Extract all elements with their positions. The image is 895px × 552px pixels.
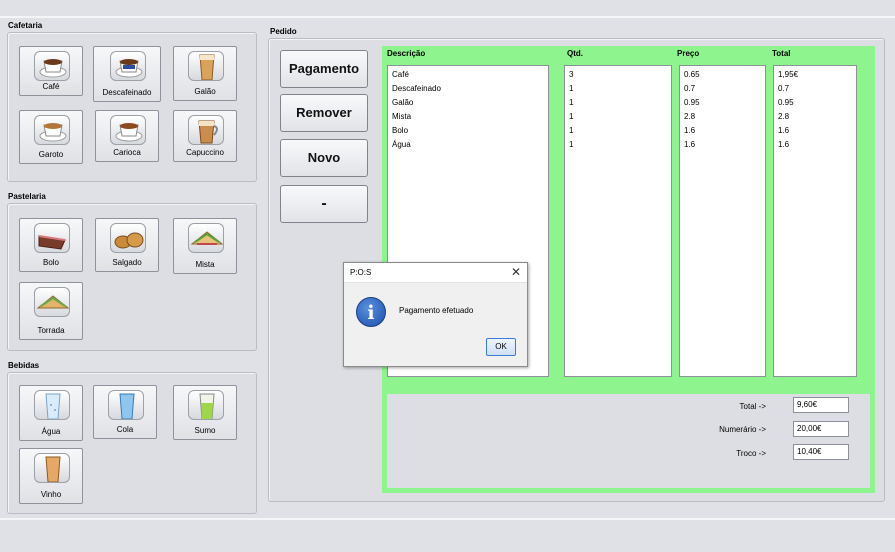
preco-list[interactable]: 0.65 0.7 0.95 2.8 1.6 1.6	[679, 65, 766, 377]
decaf-cup-icon	[110, 51, 146, 81]
product-button-capuccino[interactable]: Capuccino	[173, 110, 237, 162]
list-item[interactable]: 3	[569, 68, 667, 82]
toast-icon	[34, 287, 70, 317]
pastelaria-title: Pastelaria	[8, 192, 46, 201]
water-glass-icon	[34, 390, 70, 420]
cafetaria-group: Café Descafeinado Galão Garoto Carioca C…	[7, 32, 257, 182]
list-item[interactable]: Bolo	[392, 124, 544, 138]
product-button-agua[interactable]: Água	[19, 385, 83, 441]
total-field[interactable]: 9,60€	[793, 397, 849, 413]
dialog-message: Pagamento efetuado	[399, 306, 474, 315]
list-item[interactable]: 0.7	[684, 82, 761, 96]
list-item[interactable]: 1.6	[778, 138, 852, 152]
cake-icon	[34, 223, 70, 253]
header-total: Total	[772, 49, 791, 58]
product-button-torrada[interactable]: Torrada	[19, 282, 83, 340]
product-button-sumo[interactable]: Sumo	[173, 385, 237, 440]
product-button-bolo[interactable]: Bolo	[19, 218, 83, 272]
bebidas-group: Água Cola Sumo Vinho	[7, 372, 257, 514]
list-item[interactable]: 0.95	[778, 96, 852, 110]
carioca-cup-icon	[110, 115, 146, 145]
dialog-title-bar[interactable]: P:O:S ✕	[344, 263, 527, 283]
list-item[interactable]: 0.65	[684, 68, 761, 82]
list-item[interactable]: 1	[569, 138, 667, 152]
list-item[interactable]: 1.6	[684, 138, 761, 152]
dialog-title: P:O:S	[350, 268, 372, 277]
sandwich-icon	[188, 223, 224, 253]
garoto-cup-icon	[34, 115, 70, 145]
pedido-title: Pedido	[270, 27, 297, 36]
product-button-cafe[interactable]: Café	[19, 46, 83, 96]
list-item[interactable]: Descafeinado	[392, 82, 544, 96]
list-item[interactable]: 1.6	[778, 124, 852, 138]
list-item[interactable]: 2.8	[684, 110, 761, 124]
total-label: Total ->	[739, 402, 766, 411]
pagamento-button[interactable]: Pagamento	[280, 50, 368, 88]
info-icon: i	[356, 297, 386, 327]
header-qtd: Qtd.	[567, 49, 583, 58]
header-preco: Preço	[677, 49, 700, 58]
bottom-bar	[0, 518, 895, 552]
capuccino-glass-icon	[188, 115, 224, 145]
numerario-label: Numerário ->	[719, 425, 766, 434]
list-item[interactable]: 1	[569, 82, 667, 96]
close-icon[interactable]: ✕	[511, 265, 521, 279]
bebidas-title: Bebidas	[8, 361, 40, 370]
remover-button[interactable]: Remover	[280, 94, 368, 132]
list-item[interactable]: 1	[569, 124, 667, 138]
list-item[interactable]: 1	[569, 96, 667, 110]
product-button-salgado[interactable]: Salgado	[95, 218, 159, 272]
cafetaria-title: Cafetaria	[8, 21, 43, 30]
novo-button[interactable]: Novo	[280, 139, 368, 177]
product-button-vinho[interactable]: Vinho	[19, 448, 83, 504]
ok-button[interactable]: OK	[486, 338, 516, 356]
qtd-list[interactable]: 3 1 1 1 1 1	[564, 65, 672, 377]
header-descricao: Descrição	[387, 49, 426, 58]
list-item[interactable]: Café	[392, 68, 544, 82]
minus-button[interactable]: -	[280, 185, 368, 223]
list-item[interactable]: Galão	[392, 96, 544, 110]
list-item[interactable]: 2.8	[778, 110, 852, 124]
pastry-icon	[110, 223, 146, 253]
list-item[interactable]: 0.7	[778, 82, 852, 96]
product-button-descafeinado[interactable]: Descafeinado	[93, 46, 161, 102]
message-dialog: P:O:S ✕ i Pagamento efetuado OK	[343, 262, 528, 367]
list-item[interactable]: Água	[392, 138, 544, 152]
product-button-galao[interactable]: Galão	[173, 46, 237, 101]
list-item[interactable]: 0.95	[684, 96, 761, 110]
top-bar	[0, 0, 895, 18]
galao-glass-icon	[188, 51, 224, 81]
list-item[interactable]: 1.6	[684, 124, 761, 138]
troco-field[interactable]: 10,40€	[793, 444, 849, 460]
product-button-mista[interactable]: Mista	[173, 218, 237, 274]
list-item[interactable]: Mista	[392, 110, 544, 124]
numerario-field[interactable]: 20,00€	[793, 421, 849, 437]
wine-glass-icon	[34, 453, 70, 483]
product-button-cola[interactable]: Cola	[93, 385, 157, 439]
troco-label: Troco ->	[736, 449, 766, 458]
product-button-carioca[interactable]: Carioca	[95, 110, 159, 162]
cola-glass-icon	[108, 390, 144, 420]
list-item[interactable]: 1,95€	[778, 68, 852, 82]
total-list[interactable]: 1,95€ 0.7 0.95 2.8 1.6 1.6	[773, 65, 857, 377]
list-item[interactable]: 1	[569, 110, 667, 124]
product-button-garoto[interactable]: Garoto	[19, 110, 83, 164]
juice-glass-icon	[188, 390, 224, 420]
pastelaria-group: Bolo Salgado Mista Torrada	[7, 203, 257, 351]
coffee-cup-icon	[34, 51, 70, 81]
